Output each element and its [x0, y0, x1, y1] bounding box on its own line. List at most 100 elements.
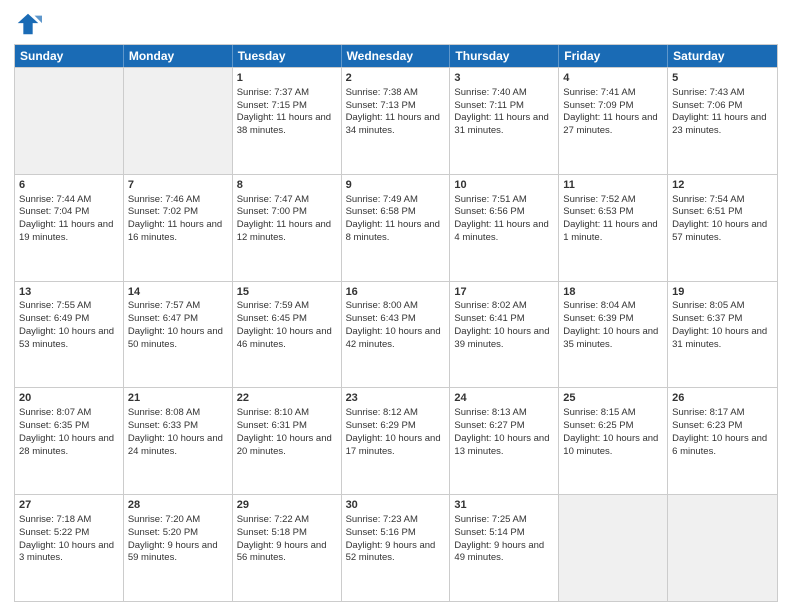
page: SundayMondayTuesdayWednesdayThursdayFrid… [0, 0, 792, 612]
sunrise-text: Sunrise: 7:44 AM [19, 194, 119, 207]
sunrise-text: Sunrise: 7:23 AM [346, 514, 446, 527]
daylight-text: Daylight: 10 hours and 42 minutes. [346, 326, 446, 352]
day-number: 12 [672, 178, 773, 193]
daylight-text: Daylight: 10 hours and 3 minutes. [19, 540, 119, 566]
sunrise-text: Sunrise: 7:22 AM [237, 514, 337, 527]
daylight-text: Daylight: 10 hours and 46 minutes. [237, 326, 337, 352]
sunrise-text: Sunrise: 8:07 AM [19, 407, 119, 420]
calendar-cell: 4Sunrise: 7:41 AMSunset: 7:09 PMDaylight… [559, 68, 668, 174]
daylight-text: Daylight: 11 hours and 8 minutes. [346, 219, 446, 245]
calendar-cell: 20Sunrise: 8:07 AMSunset: 6:35 PMDayligh… [15, 388, 124, 494]
sunset-text: Sunset: 6:29 PM [346, 420, 446, 433]
sunrise-text: Sunrise: 8:12 AM [346, 407, 446, 420]
calendar-cell: 23Sunrise: 8:12 AMSunset: 6:29 PMDayligh… [342, 388, 451, 494]
day-number: 25 [563, 391, 663, 406]
sunrise-text: Sunrise: 7:52 AM [563, 194, 663, 207]
sunrise-text: Sunrise: 7:18 AM [19, 514, 119, 527]
sunset-text: Sunset: 7:09 PM [563, 100, 663, 113]
sunset-text: Sunset: 5:18 PM [237, 527, 337, 540]
sunrise-text: Sunrise: 8:15 AM [563, 407, 663, 420]
sunset-text: Sunset: 6:27 PM [454, 420, 554, 433]
calendar-cell: 24Sunrise: 8:13 AMSunset: 6:27 PMDayligh… [450, 388, 559, 494]
daylight-text: Daylight: 10 hours and 57 minutes. [672, 219, 773, 245]
day-number: 24 [454, 391, 554, 406]
sunset-text: Sunset: 6:45 PM [237, 313, 337, 326]
sunrise-text: Sunrise: 7:37 AM [237, 87, 337, 100]
day-number: 14 [128, 285, 228, 300]
calendar-week: 20Sunrise: 8:07 AMSunset: 6:35 PMDayligh… [15, 387, 777, 494]
daylight-text: Daylight: 10 hours and 13 minutes. [454, 433, 554, 459]
sunset-text: Sunset: 6:49 PM [19, 313, 119, 326]
calendar-week: 6Sunrise: 7:44 AMSunset: 7:04 PMDaylight… [15, 174, 777, 281]
sunrise-text: Sunrise: 7:59 AM [237, 300, 337, 313]
daylight-text: Daylight: 9 hours and 56 minutes. [237, 540, 337, 566]
daylight-text: Daylight: 11 hours and 34 minutes. [346, 112, 446, 138]
daylight-text: Daylight: 11 hours and 38 minutes. [237, 112, 337, 138]
sunset-text: Sunset: 6:23 PM [672, 420, 773, 433]
sunrise-text: Sunrise: 7:46 AM [128, 194, 228, 207]
day-number: 6 [19, 178, 119, 193]
sunset-text: Sunset: 5:22 PM [19, 527, 119, 540]
day-number: 1 [237, 71, 337, 86]
calendar-cell: 27Sunrise: 7:18 AMSunset: 5:22 PMDayligh… [15, 495, 124, 601]
sunset-text: Sunset: 7:02 PM [128, 206, 228, 219]
daylight-text: Daylight: 10 hours and 39 minutes. [454, 326, 554, 352]
day-number: 28 [128, 498, 228, 513]
sunset-text: Sunset: 7:06 PM [672, 100, 773, 113]
sunset-text: Sunset: 6:58 PM [346, 206, 446, 219]
day-number: 30 [346, 498, 446, 513]
day-number: 31 [454, 498, 554, 513]
calendar-cell: 1Sunrise: 7:37 AMSunset: 7:15 PMDaylight… [233, 68, 342, 174]
day-number: 9 [346, 178, 446, 193]
daylight-text: Daylight: 11 hours and 27 minutes. [563, 112, 663, 138]
day-number: 27 [19, 498, 119, 513]
day-number: 2 [346, 71, 446, 86]
calendar-week: 13Sunrise: 7:55 AMSunset: 6:49 PMDayligh… [15, 281, 777, 388]
weekday-header: Sunday [15, 45, 124, 67]
sunset-text: Sunset: 7:04 PM [19, 206, 119, 219]
daylight-text: Daylight: 10 hours and 28 minutes. [19, 433, 119, 459]
sunset-text: Sunset: 6:53 PM [563, 206, 663, 219]
sunrise-text: Sunrise: 8:17 AM [672, 407, 773, 420]
sunset-text: Sunset: 6:31 PM [237, 420, 337, 433]
calendar: SundayMondayTuesdayWednesdayThursdayFrid… [14, 44, 778, 602]
sunset-text: Sunset: 5:16 PM [346, 527, 446, 540]
daylight-text: Daylight: 10 hours and 17 minutes. [346, 433, 446, 459]
calendar-cell: 3Sunrise: 7:40 AMSunset: 7:11 PMDaylight… [450, 68, 559, 174]
sunrise-text: Sunrise: 7:40 AM [454, 87, 554, 100]
daylight-text: Daylight: 9 hours and 52 minutes. [346, 540, 446, 566]
day-number: 26 [672, 391, 773, 406]
day-number: 7 [128, 178, 228, 193]
calendar-cell: 19Sunrise: 8:05 AMSunset: 6:37 PMDayligh… [668, 282, 777, 388]
calendar-cell: 17Sunrise: 8:02 AMSunset: 6:41 PMDayligh… [450, 282, 559, 388]
sunset-text: Sunset: 6:41 PM [454, 313, 554, 326]
calendar-cell: 21Sunrise: 8:08 AMSunset: 6:33 PMDayligh… [124, 388, 233, 494]
calendar-cell: 25Sunrise: 8:15 AMSunset: 6:25 PMDayligh… [559, 388, 668, 494]
daylight-text: Daylight: 10 hours and 53 minutes. [19, 326, 119, 352]
day-number: 10 [454, 178, 554, 193]
day-number: 5 [672, 71, 773, 86]
calendar-cell: 2Sunrise: 7:38 AMSunset: 7:13 PMDaylight… [342, 68, 451, 174]
day-number: 3 [454, 71, 554, 86]
daylight-text: Daylight: 11 hours and 19 minutes. [19, 219, 119, 245]
calendar-cell: 6Sunrise: 7:44 AMSunset: 7:04 PMDaylight… [15, 175, 124, 281]
daylight-text: Daylight: 9 hours and 59 minutes. [128, 540, 228, 566]
weekday-header: Saturday [668, 45, 777, 67]
calendar-cell: 22Sunrise: 8:10 AMSunset: 6:31 PMDayligh… [233, 388, 342, 494]
sunrise-text: Sunrise: 8:10 AM [237, 407, 337, 420]
logo [14, 10, 46, 38]
sunrise-text: Sunrise: 7:20 AM [128, 514, 228, 527]
sunrise-text: Sunrise: 7:38 AM [346, 87, 446, 100]
day-number: 4 [563, 71, 663, 86]
calendar-week: 1Sunrise: 7:37 AMSunset: 7:15 PMDaylight… [15, 67, 777, 174]
sunset-text: Sunset: 5:20 PM [128, 527, 228, 540]
sunrise-text: Sunrise: 7:43 AM [672, 87, 773, 100]
calendar-cell: 26Sunrise: 8:17 AMSunset: 6:23 PMDayligh… [668, 388, 777, 494]
weekday-header: Tuesday [233, 45, 342, 67]
sunrise-text: Sunrise: 7:41 AM [563, 87, 663, 100]
daylight-text: Daylight: 10 hours and 20 minutes. [237, 433, 337, 459]
sunrise-text: Sunrise: 7:55 AM [19, 300, 119, 313]
calendar-cell: 30Sunrise: 7:23 AMSunset: 5:16 PMDayligh… [342, 495, 451, 601]
day-number: 13 [19, 285, 119, 300]
calendar-cell: 7Sunrise: 7:46 AMSunset: 7:02 PMDaylight… [124, 175, 233, 281]
